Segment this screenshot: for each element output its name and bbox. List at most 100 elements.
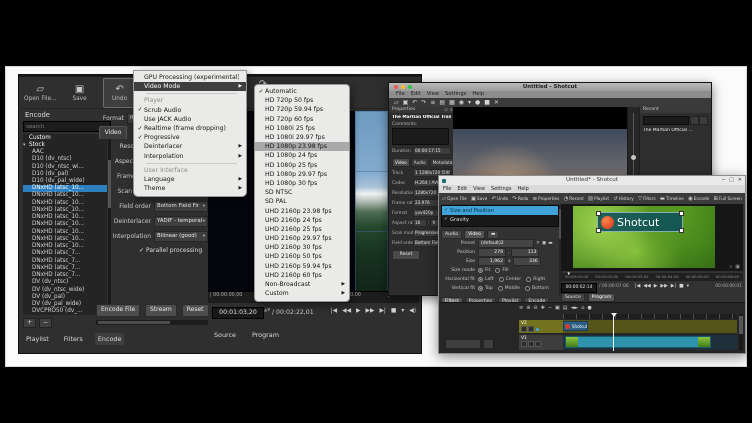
transport-button[interactable]: ▶▶ (660, 284, 667, 289)
toolbar-button[interactable]: ▽Filters (638, 196, 656, 202)
preset-dropdown[interactable]: (default)2 (478, 239, 534, 248)
resize-handle[interactable] (679, 211, 684, 216)
track-header-v2[interactable]: V2 (519, 320, 563, 333)
timeline-clip[interactable] (565, 336, 711, 348)
timeline-scrollbar[interactable] (739, 314, 743, 351)
preset-list-item[interactable]: D10 (dv_ntsc_wi... (23, 163, 107, 170)
menu-item[interactable]: Player (134, 96, 246, 105)
filter-type-tab[interactable]: Video (464, 230, 485, 239)
window-control-button[interactable]: ─ (722, 176, 725, 185)
settings-dropdown[interactable]: Bilinear (good)▾ (154, 231, 208, 242)
properties-tab[interactable]: Video (392, 158, 410, 167)
toolbar-icon[interactable]: ■ (484, 99, 490, 106)
menu-item[interactable]: File (443, 185, 451, 193)
preset-list-item[interactable]: DV (dv_ntsc) (23, 279, 107, 286)
preset-list-item[interactable]: DVCPRO50 (dv_... (23, 308, 107, 315)
filter-list-item[interactable]: ✓Gravity (442, 215, 558, 224)
preset-list-item[interactable]: DNxHD (atsc_10... (23, 221, 107, 228)
toolbar-button[interactable]: ▣Save (471, 196, 487, 202)
size-mode-radio[interactable]: Fit (478, 268, 490, 273)
preview-tool-icon[interactable]: ▣ (735, 264, 740, 270)
add-preset-button[interactable]: + (23, 318, 36, 328)
lock-button[interactable] (535, 341, 541, 347)
menu-item[interactable]: SD NTSC (255, 188, 349, 197)
recent-search-input[interactable] (643, 116, 689, 125)
player-tab[interactable]: Program (588, 293, 615, 302)
preset-action-icon[interactable]: ▣ (542, 241, 546, 246)
vertical-fit-radio[interactable]: Top (478, 286, 493, 291)
menu-item[interactable]: HD 1080i 29.97 fps (255, 133, 349, 142)
horizontal-scrollbar[interactable] (96, 320, 208, 325)
position-x-field[interactable]: 278 (478, 248, 506, 257)
window-control-button[interactable]: ✕ (738, 176, 742, 185)
toolbar-icon[interactable]: ▾ (468, 99, 471, 106)
vertical-fit-radio[interactable]: Bottom (525, 286, 549, 291)
current-timecode-field[interactable]: 00:00:02:14 (561, 283, 597, 293)
minimize-traffic-light[interactable] (401, 85, 405, 89)
menu-item[interactable]: HD 1080p 23.98 fps (255, 142, 349, 151)
menu-item[interactable]: Custom▶ (255, 289, 349, 298)
menu-item[interactable]: ✓Automatic (255, 87, 349, 96)
preset-action-icon[interactable]: ▬ (548, 241, 552, 246)
action-button[interactable]: Reset (182, 304, 208, 317)
menu-item[interactable]: HD 1080i 25 fps (255, 124, 349, 133)
menu-item[interactable]: Help (517, 185, 528, 193)
preset-list-item[interactable]: DNxHD (atsc_10... (23, 228, 107, 235)
transport-button[interactable]: ▾ (401, 308, 404, 314)
menu-item[interactable]: UHD 2160p 24 fps (255, 216, 349, 225)
track-header-v1[interactable]: V1 (519, 335, 563, 350)
tab-video[interactable]: Video (99, 126, 127, 139)
preset-list-item[interactable]: D10 (dv_pal_wide) (23, 177, 107, 184)
menu-item[interactable]: UHD 2160p 30 fps (255, 243, 349, 252)
size-mode-radio[interactable]: Fill (495, 268, 508, 273)
menu-item[interactable]: HD 1080p 24 fps (255, 151, 349, 160)
timeline-tool-icon[interactable]: ● (587, 305, 591, 311)
menu-item[interactable]: User Interface (134, 166, 246, 175)
transport-button[interactable]: ◀) (409, 308, 416, 314)
current-timecode-field[interactable]: 00:01:03,20 (212, 307, 264, 319)
position-y-field[interactable]: 113 (511, 248, 539, 257)
preset-list-item[interactable]: D10 (dv_ntsc) (23, 156, 107, 163)
toolbar-icon[interactable]: ✕ (494, 99, 499, 106)
recent-tool-button[interactable] (690, 116, 699, 125)
timeline-tool-icon[interactable]: − (548, 305, 552, 311)
timecode-spinner[interactable]: ▲▼ (264, 307, 270, 312)
toolbar-icon[interactable]: ▤ (439, 99, 445, 106)
toolbar-button[interactable]: ▱Open File (442, 196, 467, 202)
menu-item[interactable]: Video Mode▶ (134, 82, 246, 91)
preset-list-item[interactable]: ▾Stock (23, 141, 107, 148)
hide-button[interactable] (528, 341, 534, 347)
transport-button[interactable]: |◀ (331, 308, 337, 314)
panel-tab[interactable]: Playlist (23, 333, 52, 345)
menu-item[interactable]: UHD 2160p 60 fps (255, 271, 349, 280)
properties-tab[interactable]: Audio (411, 158, 429, 167)
menu-item[interactable]: HD 1080p 29.97 fps (255, 170, 349, 179)
menu-item[interactable]: HD 1080p 30 fps (255, 179, 349, 188)
menu-item[interactable]: HD 720p 59.94 fps (255, 105, 349, 114)
resize-handle[interactable] (679, 228, 684, 233)
aspect-width-field[interactable]: 16 (413, 219, 427, 227)
checkmark-icon[interactable]: ✓ (444, 208, 448, 213)
toolbar-button[interactable]: ↶Undo (103, 78, 137, 108)
menu-item[interactable]: UHD 2160p 59.94 fps (255, 262, 349, 271)
horizontal-fit-radio[interactable]: Left (478, 277, 494, 282)
properties-tab[interactable]: Metadata (430, 158, 453, 167)
shotcut-logo-overlay[interactable]: Shotcut (597, 212, 683, 232)
transport-button[interactable]: ▶ (654, 284, 658, 289)
transport-button[interactable]: |◀ (635, 284, 640, 289)
panel-tab[interactable]: Filters (61, 333, 86, 345)
preset-list-item[interactable]: DNxHD (atsc_10... (23, 206, 107, 213)
menu-item[interactable]: HD 1080p 25 fps (255, 161, 349, 170)
timeline-tool-icon[interactable]: ▣ (555, 305, 560, 311)
remove-preset-button[interactable]: − (39, 318, 52, 328)
preset-list-item[interactable]: DNxHD (atsc_7... (23, 264, 107, 271)
preset-list-item[interactable]: DNxHD (atsc_10... (23, 199, 107, 206)
duration-value[interactable]: 00:00:17:15 (413, 147, 451, 155)
filter-list-item[interactable]: ✓Size and Position (442, 206, 558, 215)
transport-button[interactable]: ▾ (687, 284, 689, 289)
toolbar-icon[interactable]: ● (475, 99, 480, 106)
menu-item[interactable]: View (427, 91, 439, 98)
playhead-marker-icon[interactable]: ▾ (568, 271, 571, 277)
toolbar-button[interactable]: ▬Timeline (660, 196, 684, 202)
timeline-tool-icon[interactable]: ≡ (519, 305, 523, 311)
